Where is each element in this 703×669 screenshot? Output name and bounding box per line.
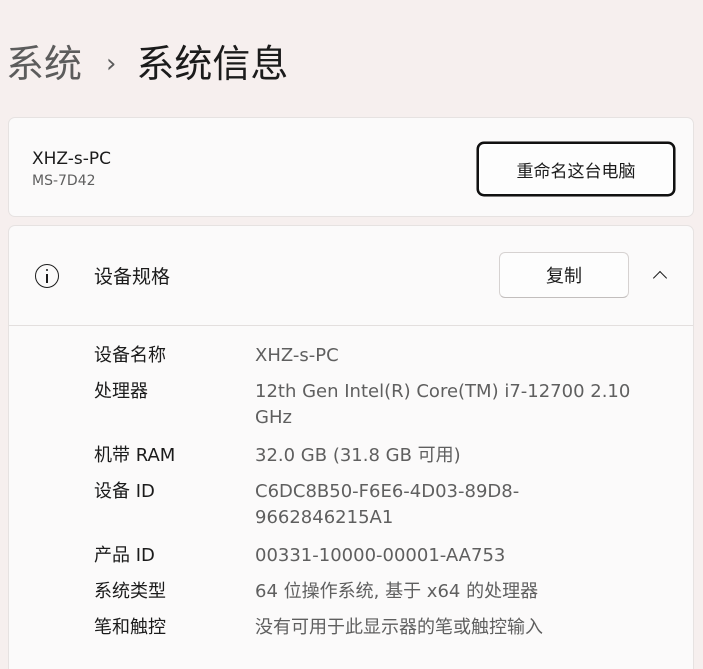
spec-label: 机带 RAM <box>94 445 176 466</box>
spec-label: 设备名称 <box>94 345 166 366</box>
spec-value: 没有可用于此显示器的笔或触控输入 <box>255 617 543 638</box>
pc-model: MS-7D42 <box>32 173 96 189</box>
spec-label: 设备 ID <box>94 481 155 502</box>
spec-label: 笔和触控 <box>94 617 166 638</box>
spec-label: 系统类型 <box>94 581 166 602</box>
page-title: 系统信息 <box>136 42 289 86</box>
chevron-up-icon <box>652 270 668 286</box>
breadcrumb: 系统 › 系统信息 <box>6 38 288 90</box>
spec-label: 产品 ID <box>94 545 155 566</box>
spec-label: 处理器 <box>94 381 148 402</box>
pc-name-card: XHZ-s-PC MS-7D42 重命名这台电脑 <box>8 117 694 217</box>
breadcrumb-separator-icon: › <box>106 49 117 79</box>
device-specs-title: 设备规格 <box>94 266 171 288</box>
device-specs-header[interactable]: 设备规格 复制 <box>9 226 693 326</box>
copy-button[interactable]: 复制 <box>499 252 629 298</box>
spec-value: 00331-10000-00001-AA753 <box>255 545 506 566</box>
settings-page: 系统 › 系统信息 XHZ-s-PC MS-7D42 重命名这台电脑 设备规格 … <box>0 0 703 669</box>
spec-value: 64 位操作系统, 基于 x64 的处理器 <box>255 581 539 602</box>
collapse-button[interactable] <box>643 258 677 292</box>
spec-value: 32.0 GB (31.8 GB 可用) <box>255 445 461 466</box>
device-specs-card: 设备规格 复制 设备名称 XHZ-s-PC 处理器 12th Gen Intel… <box>8 225 694 669</box>
rename-pc-button[interactable]: 重命名这台电脑 <box>477 142 675 196</box>
pc-name: XHZ-s-PC <box>32 149 112 169</box>
spec-value: C6DC8B50-F6E6-4D03-89D8-9662846215A1 <box>255 481 520 528</box>
info-icon <box>35 264 59 288</box>
breadcrumb-parent[interactable]: 系统 <box>6 38 82 90</box>
spec-value: XHZ-s-PC <box>255 345 339 366</box>
spec-value: 12th Gen Intel(R) Core(TM) i7-12700 2.10… <box>255 381 631 428</box>
